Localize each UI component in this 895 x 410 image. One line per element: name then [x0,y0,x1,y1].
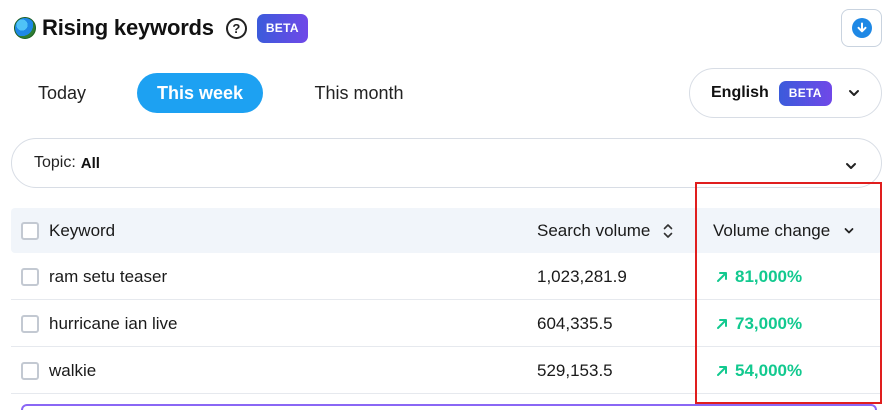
trend-up-icon [715,270,729,284]
row-checkbox[interactable] [21,361,39,380]
topic-select[interactable]: Topic: All [11,138,882,188]
row-checkbox[interactable] [21,267,39,286]
row-checkbox-cell [21,347,39,394]
topic-label: Topic: [34,154,76,171]
chevron-down-icon [848,84,860,102]
table-row[interactable]: ram setu teaser 1,023,281.9 81,000% [11,253,882,300]
download-button[interactable] [841,9,882,47]
select-all-checkbox[interactable] [21,221,39,240]
volume-change-value: 73,000% [735,313,803,333]
rising-keywords-widget: Rising keywords ? BETA Today This week T… [0,0,895,410]
search-volume-cell: 529,153.5 [537,360,613,380]
column-header-search-volume[interactable]: Search volume [537,208,673,253]
select-all-checkbox-cell [21,208,39,253]
tab-this-month[interactable]: This month [299,73,419,113]
trend-up-icon [715,317,729,331]
tab-this-week[interactable]: This week [137,73,263,113]
volume-change-cell: 54,000% [715,347,802,394]
widget-header: Rising keywords ? BETA [14,12,308,44]
tab-today[interactable]: Today [21,73,103,113]
row-checkbox-cell [21,253,39,300]
question-circle-icon[interactable]: ? [225,17,247,39]
volume-change-value: 81,000% [735,266,803,286]
chevron-down-icon [845,157,857,175]
column-header-label: Volume change [713,220,831,240]
sort-icon [663,222,673,240]
next-row-partial [21,404,877,410]
row-checkbox[interactable] [21,314,39,333]
table-row[interactable]: walkie 529,153.5 54,000% [11,347,882,394]
beta-badge: BETA [256,13,308,43]
trend-up-icon [715,364,729,378]
row-checkbox-cell [21,300,39,347]
language-beta-badge: BETA [778,80,832,106]
download-icon [851,18,872,38]
keyword-cell[interactable]: hurricane ian live [49,300,178,347]
search-volume-cell: 1,023,281.9 [537,266,627,286]
keyword-cell[interactable]: walkie [49,347,96,394]
table-header: Keyword Search volume Volume change [11,208,882,253]
chevron-down-icon [844,227,854,235]
language-label: English [711,84,769,101]
page-title: Rising keywords [42,15,214,40]
volume-change-value: 54,000% [735,360,803,380]
globe-icon [14,17,36,39]
language-select[interactable]: English BETA [689,68,882,118]
keyword-cell[interactable]: ram setu teaser [49,253,167,300]
search-volume-cell: 604,335.5 [537,313,613,333]
column-header-label: Search volume [537,220,651,240]
table-row[interactable]: hurricane ian live 604,335.5 73,000% [11,300,882,347]
topic-value: All [80,154,100,172]
volume-change-cell: 81,000% [715,253,802,300]
column-header-volume-change[interactable]: Volume change [713,208,854,253]
column-header-keyword[interactable]: Keyword [49,208,115,253]
volume-change-cell: 73,000% [715,300,802,347]
